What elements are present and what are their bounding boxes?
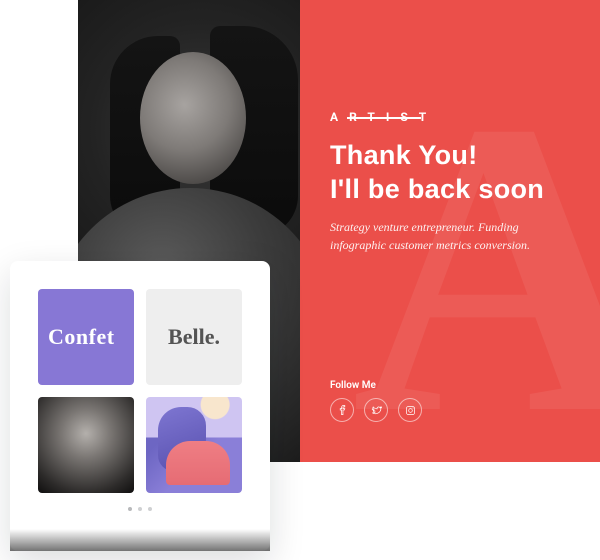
template-tile-belle[interactable]: Belle.	[146, 289, 242, 385]
template-tile-bw-portrait[interactable]	[38, 397, 134, 493]
carousel-dot-3[interactable]	[148, 507, 152, 511]
brand-letter-t: T	[419, 110, 437, 124]
hero-heading-line-1: Thank You!	[330, 138, 588, 172]
instagram-icon	[405, 405, 416, 416]
facebook-icon	[337, 405, 348, 416]
instagram-button[interactable]	[398, 398, 422, 422]
hero-heading: Thank You! I'll be back soon	[330, 138, 588, 206]
template-tile-illustration[interactable]	[146, 397, 242, 493]
template-grid: Confet Belle.	[38, 289, 242, 493]
facebook-button[interactable]	[330, 398, 354, 422]
template-tile-confetti-label: Confet	[48, 324, 115, 350]
social-links	[330, 398, 422, 422]
twitter-button[interactable]	[364, 398, 388, 422]
brand-strike: RTIS	[349, 110, 419, 124]
carousel-dots	[38, 507, 242, 511]
brand-wordmark: ARTIST	[330, 110, 437, 124]
carousel-dot-1[interactable]	[128, 507, 132, 511]
template-gallery-card: Confet Belle.	[10, 261, 270, 551]
carousel-dot-2[interactable]	[138, 507, 142, 511]
twitter-icon	[371, 405, 382, 416]
hero-panel: A ARTIST Thank You! I'll be back soon St…	[300, 0, 600, 462]
hero-heading-line-2: I'll be back soon	[330, 172, 588, 206]
template-tile-confetti[interactable]: Confet	[38, 289, 134, 385]
template-tile-belle-label: Belle.	[168, 324, 220, 350]
hero-subtitle: Strategy venture entrepreneur. Funding i…	[330, 218, 570, 254]
follow-label: Follow Me	[330, 380, 376, 391]
portrait-face	[140, 52, 246, 184]
